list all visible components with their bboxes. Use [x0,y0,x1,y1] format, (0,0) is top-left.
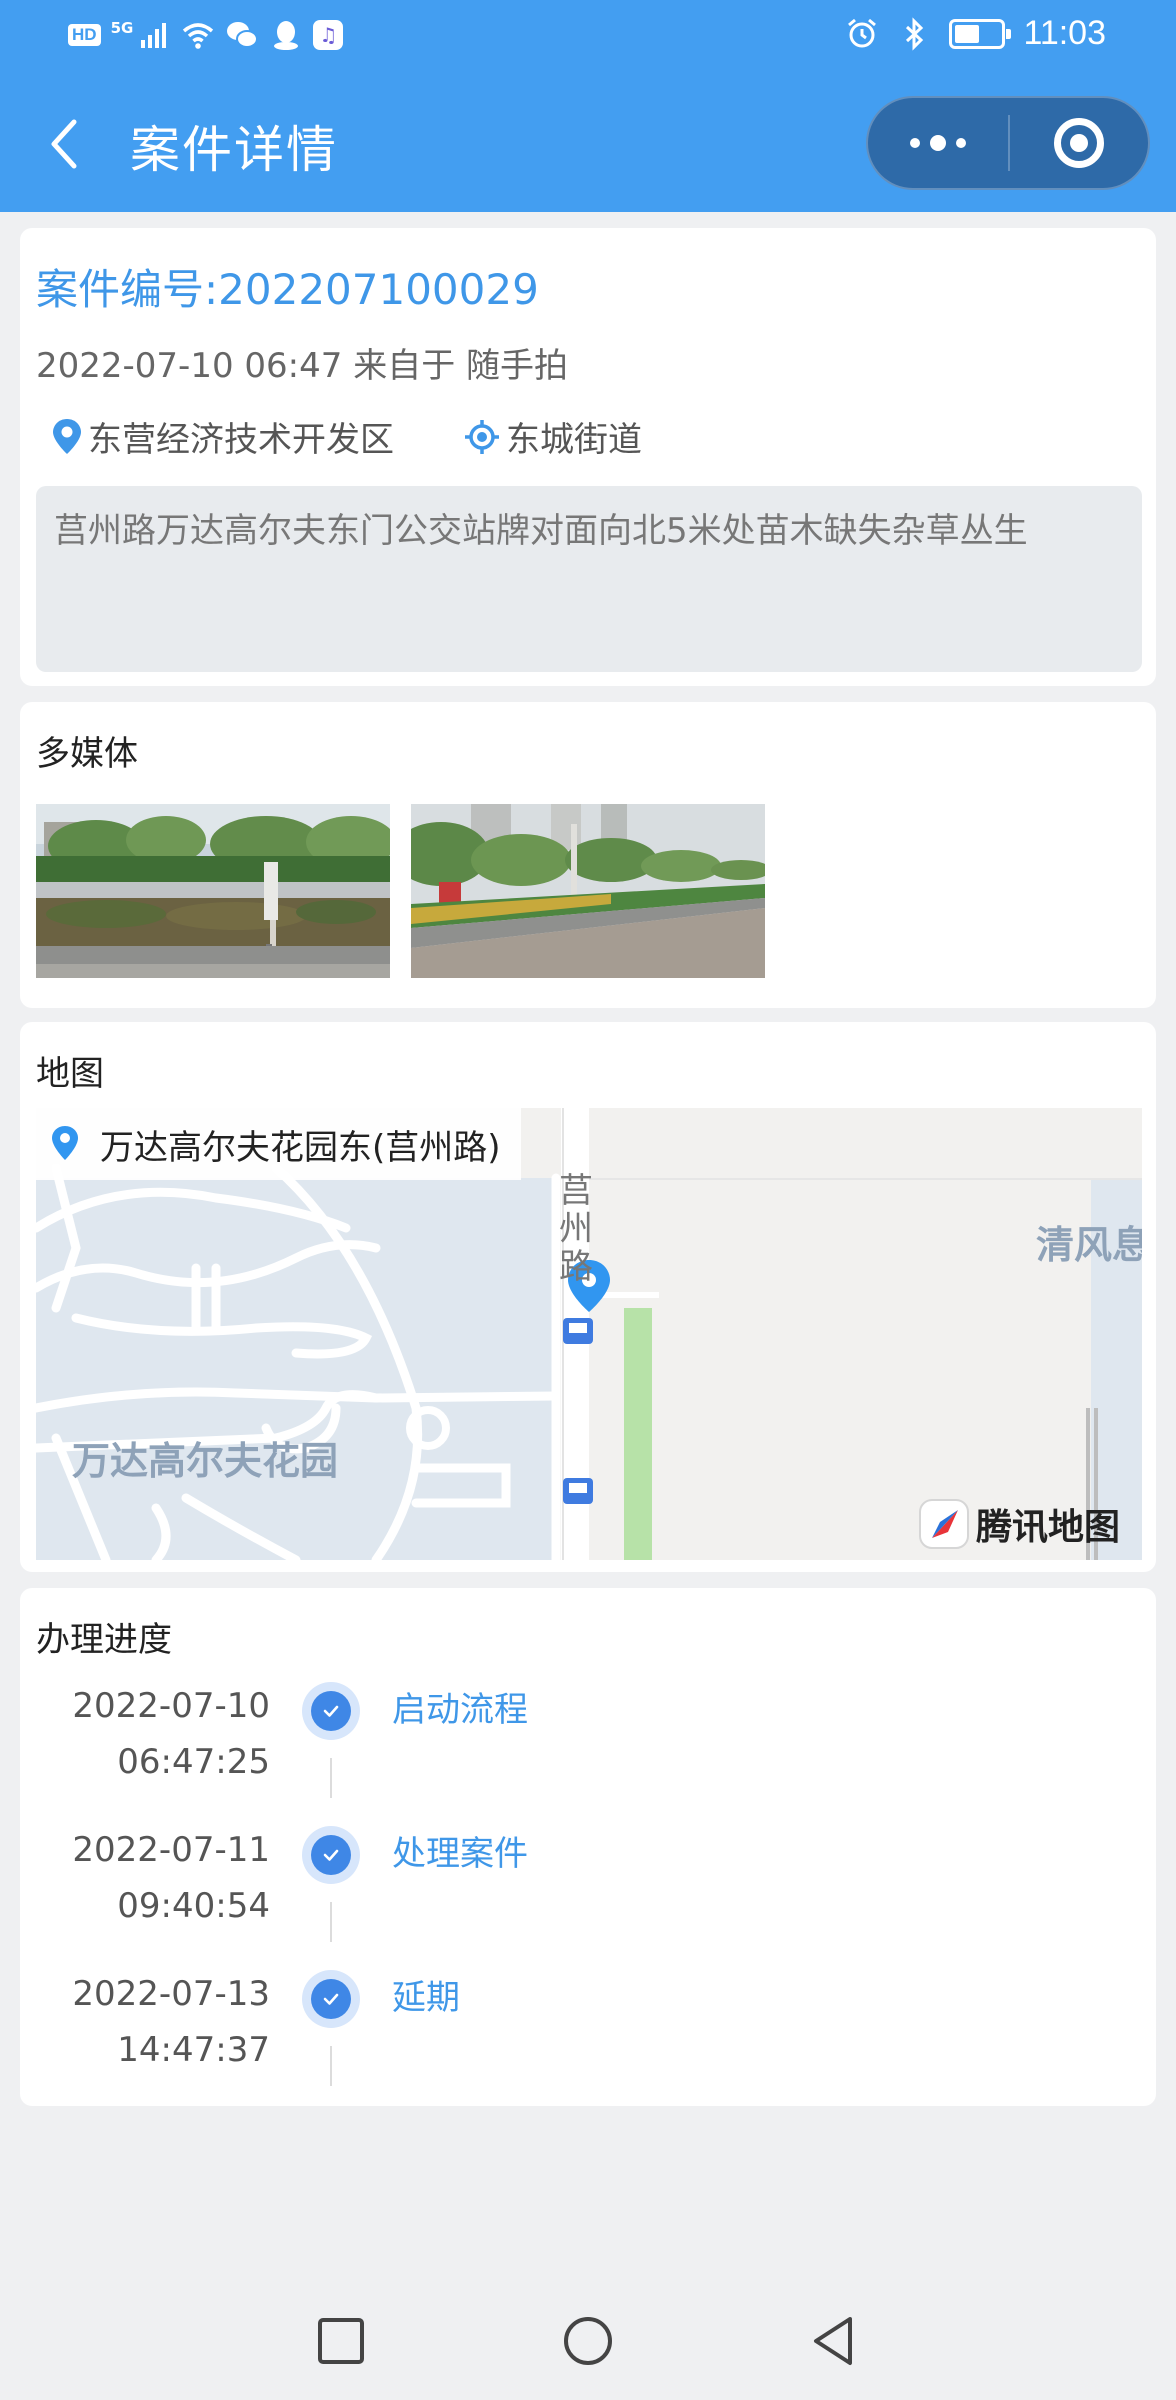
progress-step: 2022-07-10 06:47:25 启动流程 [20,1678,1156,1818]
step-date: 2022-07-13 [72,1974,270,2014]
page-title: 案件详情 [130,121,338,179]
close-mini-program-button[interactable] [1010,98,1148,188]
map-view[interactable]: 莒州路 万达高尔夫花园 清风息 万达高尔夫花园东(莒州路) 腾讯地图 [36,1108,1142,1560]
back-triangle-icon[interactable] [806,2314,860,2368]
district-label: 东营经济技术开发区 [88,420,394,460]
target-circle-icon [1054,118,1104,168]
progress-title: 办理进度 [36,1620,172,1660]
check-icon [311,1691,351,1731]
media-card: 多媒体 [20,702,1156,1008]
case-info-card: 案件编号:202207100029 2022-07-10 06:47 来自于 随… [20,228,1156,686]
case-description: 莒州路万达高尔夫东门公交站牌对面向北5米处苗木缺失杂草丛生 [36,486,1142,672]
step-connector [330,1758,332,1798]
nav-bar: 案件详情 [0,72,1176,212]
status-bar: HD 5G ♫ 11:03 [0,0,1176,72]
street-label: 东城街道 [506,420,642,460]
dot [930,135,946,151]
map-area-label: 万达高尔夫花园 [72,1439,339,1483]
map-provider-name: 腾讯地图 [975,1507,1120,1548]
map-provider-logo: 腾讯地图 [918,1498,1120,1550]
case-meta: 2022-07-10 06:47 来自于 随手拍 [36,346,568,386]
locate-icon [465,419,499,454]
status-left: HD 5G ♫ [68,18,344,52]
recent-apps-icon[interactable] [314,2314,368,2368]
step-label: 处理案件 [392,1834,528,1874]
case-photo-1[interactable] [36,804,390,978]
wechat-icon [227,22,259,48]
step-label: 延期 [392,1978,460,2018]
step-timestamp: 2022-07-13 14:47:37 [72,1966,270,2078]
status-right: 11:03 [845,14,1106,53]
check-icon [311,1979,351,2019]
bluetooth-icon [906,16,924,51]
case-photo-2[interactable] [411,804,765,978]
step-timestamp: 2022-07-11 09:40:54 [72,1822,270,1934]
photo-image [36,804,390,978]
district-item: 东营经济技术开发区 [50,412,394,461]
home-icon[interactable] [561,2314,615,2368]
step-date: 2022-07-10 [72,1686,270,1726]
battery-icon [949,18,1012,49]
status-time: 11:03 [1023,14,1106,52]
street-item: 东城街道 [462,412,642,461]
photo-image [411,804,765,978]
location-pin-icon [52,1126,78,1160]
wifi-icon [183,23,214,49]
system-nav-bar [0,2276,1176,2400]
step-connector [330,1902,332,1942]
step-connector [330,2046,332,2086]
music-app-icon: ♫ [313,20,344,50]
dot [910,138,920,148]
case-locations: 东营经济技术开发区 东城街道 [50,412,710,461]
map-title: 地图 [36,1054,104,1094]
step-node [302,1682,360,1740]
app-header: HD 5G ♫ 11:03 案件详情 [0,0,1176,212]
ring-dot [1070,134,1088,152]
map-address: 万达高尔夫花园东(莒州路) [100,1127,501,1168]
step-date: 2022-07-11 [72,1830,270,1870]
map-card: 地图 莒州路 万达高尔夫花园 清风息 万达高尔夫花园东(莒州路) 腾讯地图 [20,1022,1156,1572]
case-number: 案件编号:202207100029 [36,265,539,314]
step-node [302,1970,360,2028]
step-node [302,1826,360,1884]
dot [956,138,966,148]
qq-icon [274,21,299,50]
map-address-bar: 万达高尔夫花园东(莒州路) [36,1108,521,1180]
signal-icon [141,23,167,48]
step-time: 14:47:37 [117,2030,270,2070]
media-title: 多媒体 [36,734,138,774]
progress-card: 办理进度 2022-07-10 06:47:25 启动流程 2022-07-11… [20,1588,1156,2106]
more-dots-icon[interactable] [868,98,1008,188]
step-timestamp: 2022-07-10 06:47:25 [72,1678,270,1790]
step-time: 06:47:25 [117,1742,270,1782]
check-icon [311,1835,351,1875]
progress-step: 2022-07-11 09:40:54 处理案件 [20,1822,1156,1962]
chevron-left-icon[interactable] [40,112,88,176]
location-pin-icon [53,418,81,454]
network-type: 5G [110,19,134,37]
hd-badge: HD [68,24,101,46]
mini-program-capsule [866,96,1150,190]
map-road-label: 莒州路 [559,1171,593,1287]
compass-icon [918,1499,969,1549]
step-label: 启动流程 [392,1690,528,1730]
progress-step: 2022-07-13 14:47:37 延期 [20,1966,1156,2106]
alarm-icon [848,18,877,47]
map-right-label: 清风息 [1036,1223,1142,1267]
battery-level [955,24,980,43]
step-time: 09:40:54 [117,1886,270,1926]
